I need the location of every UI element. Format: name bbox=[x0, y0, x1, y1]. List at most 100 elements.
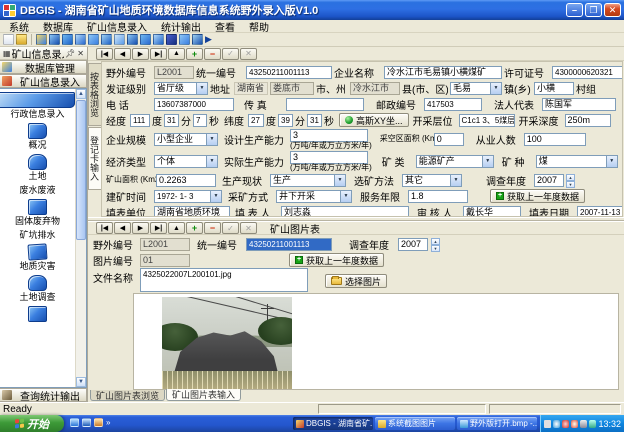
legal-rep-input[interactable]: 陈国军 bbox=[542, 98, 616, 111]
add-record-button[interactable]: + bbox=[186, 48, 203, 60]
prev-record-button[interactable]: ◀ bbox=[114, 48, 131, 60]
last-record-button[interactable]: ▶| bbox=[150, 48, 167, 60]
menu-stats-output[interactable]: 统计输出 bbox=[154, 19, 208, 34]
service-life-input[interactable]: 1.8 bbox=[408, 190, 468, 203]
toolbar-icon-1[interactable] bbox=[36, 34, 47, 45]
goaf-area-input[interactable]: 0 bbox=[434, 133, 464, 146]
quick-launch-icon-2[interactable] bbox=[82, 418, 91, 427]
sidebar-item-land[interactable]: 土地 bbox=[5, 154, 71, 181]
lat-min-input[interactable]: 39 bbox=[278, 114, 293, 127]
auditor-input[interactable]: 戴长华 bbox=[463, 206, 521, 218]
toolbar-icon-2[interactable] bbox=[49, 34, 60, 45]
new-doc-icon[interactable] bbox=[3, 34, 14, 45]
tab-card-entry[interactable]: 登记卡输入 bbox=[88, 127, 101, 190]
chevron-down-icon[interactable]: ▼ bbox=[210, 190, 222, 203]
license-input[interactable]: 4300000620321 bbox=[552, 66, 623, 79]
sidebar-group-query-stats[interactable]: 查询统计输出 bbox=[0, 388, 87, 402]
menu-system[interactable]: 系统 bbox=[2, 19, 36, 34]
chevron-down-icon[interactable]: ▼ bbox=[206, 133, 218, 146]
lat-sec-input[interactable]: 31 bbox=[307, 114, 322, 127]
first-record-button[interactable]: |◀ bbox=[96, 48, 113, 60]
field-no-input[interactable]: L2001 bbox=[154, 66, 194, 79]
photo-uid-input-selected[interactable]: 43250211001113 bbox=[246, 238, 332, 251]
photo-year-input[interactable]: 2007 bbox=[398, 238, 428, 251]
tray-icon-5[interactable] bbox=[580, 420, 587, 428]
region-field[interactable]: 冷水江市 bbox=[350, 82, 400, 95]
pic-no-input[interactable]: 01 bbox=[140, 254, 190, 267]
first-record-button[interactable]: |◀ bbox=[96, 222, 113, 234]
production-status-combo[interactable]: 生产▼ bbox=[270, 174, 346, 187]
add-record-button[interactable]: + bbox=[186, 222, 203, 234]
photo-year-spinner[interactable]: ▲▼ bbox=[431, 238, 440, 251]
menu-mine-entry[interactable]: 矿山信息录入 bbox=[80, 19, 154, 34]
sidebar-scrollbar[interactable]: ▲ ▼ bbox=[75, 89, 86, 387]
menu-view[interactable]: 查看 bbox=[208, 19, 242, 34]
choose-picture-button[interactable]: 选择图片 bbox=[325, 274, 387, 288]
refresh-record-button[interactable]: ▲ bbox=[168, 48, 185, 60]
mine-area-input[interactable]: 0.2263 bbox=[156, 174, 216, 187]
task-bmp-image[interactable]: 野外版打开.bmp -.. bbox=[457, 417, 537, 430]
tray-icon-1[interactable] bbox=[544, 420, 551, 428]
cancel-record-button[interactable]: ✕ bbox=[240, 48, 257, 60]
town-input[interactable]: 小横 bbox=[534, 82, 574, 95]
company-input[interactable]: 冷水江市毛易镇小横煤矿 bbox=[384, 66, 502, 79]
economy-type-combo[interactable]: 个体▼ bbox=[154, 155, 218, 168]
built-date-combo[interactable]: 1972- 1- 3▼ bbox=[154, 190, 222, 203]
lon-deg-input[interactable]: 111 bbox=[130, 114, 150, 127]
form-date-combo[interactable]: 2007-11-13▼ bbox=[577, 206, 623, 218]
last-record-button[interactable]: ▶| bbox=[150, 222, 167, 234]
task-screenshots-folder[interactable]: 系统截图图片 bbox=[375, 417, 455, 430]
more-tools-arrow-icon[interactable]: ▶ bbox=[205, 34, 216, 45]
county-combo[interactable]: 毛易▼ bbox=[450, 82, 502, 95]
scroll-up-icon[interactable]: ▲ bbox=[76, 89, 86, 99]
survey-year-input[interactable]: 2007 bbox=[534, 174, 564, 187]
sidebar-group-mine-entry[interactable]: 矿山信息录入 bbox=[0, 74, 87, 88]
quick-launch-more-icon[interactable]: » bbox=[106, 418, 110, 427]
tab-photo-entry[interactable]: 矿山图片表输入 bbox=[166, 389, 241, 401]
fax-input[interactable] bbox=[286, 98, 364, 111]
chevron-down-icon[interactable]: ▼ bbox=[196, 82, 208, 95]
scroll-thumb[interactable] bbox=[76, 100, 86, 240]
mineral-class-combo[interactable]: 能源矿产▼ bbox=[416, 155, 494, 168]
gauss-xy-button[interactable]: 高斯XY坐... bbox=[339, 113, 409, 127]
cert-level-combo[interactable]: 省厅级▼ bbox=[154, 82, 208, 95]
chevron-down-icon[interactable]: ▼ bbox=[206, 155, 218, 168]
minimize-button[interactable]: – bbox=[566, 3, 583, 17]
prev-record-button[interactable]: ◀ bbox=[114, 222, 131, 234]
post-record-button[interactable]: ✓ bbox=[222, 222, 239, 234]
toolbar-icon-12[interactable] bbox=[179, 34, 190, 45]
mining-depth-input[interactable]: 250m bbox=[565, 114, 611, 127]
phone-input[interactable]: 13607387000 bbox=[154, 98, 234, 111]
toolbar-icon-3[interactable] bbox=[62, 34, 73, 45]
workers-input[interactable]: 100 bbox=[524, 133, 586, 146]
cancel-record-button[interactable]: ✕ bbox=[240, 222, 257, 234]
sidebar-item-partial[interactable] bbox=[5, 306, 71, 323]
next-record-button[interactable]: ▶ bbox=[132, 222, 149, 234]
photo-field-no-input[interactable]: L2001 bbox=[140, 238, 190, 251]
tray-icon-3[interactable] bbox=[562, 420, 569, 428]
sidebar-item-mine-drainage[interactable]: 矿坑排水 bbox=[5, 230, 71, 240]
toolbar-icon-10[interactable] bbox=[153, 34, 164, 45]
tab-photo-browse[interactable]: 矿山图片表浏览 bbox=[90, 390, 165, 401]
chevron-down-icon[interactable]: ▼ bbox=[340, 190, 352, 203]
open-folder-icon[interactable] bbox=[16, 34, 27, 45]
city-field[interactable]: 娄底市 bbox=[270, 82, 314, 95]
delete-record-button[interactable]: − bbox=[204, 222, 221, 234]
start-button[interactable]: 开始 bbox=[0, 415, 64, 432]
chevron-down-icon[interactable]: ▼ bbox=[450, 174, 462, 187]
mining-layer-input[interactable]: C1c1 3、5煤层 bbox=[459, 114, 515, 127]
sidebar-item-wastewater[interactable]: 废水废液 bbox=[5, 185, 71, 195]
toolbar-icon-7[interactable] bbox=[114, 34, 125, 45]
get-previous-year-button[interactable]: +获取上一年度数据 bbox=[490, 189, 585, 203]
year-spinner[interactable]: ▲▼ bbox=[566, 174, 575, 187]
lat-deg-input[interactable]: 27 bbox=[248, 114, 264, 127]
toolbar-icon-13[interactable] bbox=[192, 34, 203, 45]
sidebar-group-database[interactable]: 数据库管理 bbox=[0, 60, 87, 74]
scroll-down-icon[interactable]: ▼ bbox=[76, 377, 86, 387]
next-record-button[interactable]: ▶ bbox=[132, 48, 149, 60]
chevron-down-icon[interactable]: ▼ bbox=[334, 174, 346, 187]
chevron-down-icon[interactable]: ▼ bbox=[482, 155, 494, 168]
sidebar-item-geo-hazard[interactable]: 地质灾害 bbox=[5, 244, 71, 271]
sidebar-item-solid-waste[interactable]: 固体废弃物 bbox=[5, 199, 71, 226]
chevron-down-icon[interactable]: ▼ bbox=[490, 82, 502, 95]
